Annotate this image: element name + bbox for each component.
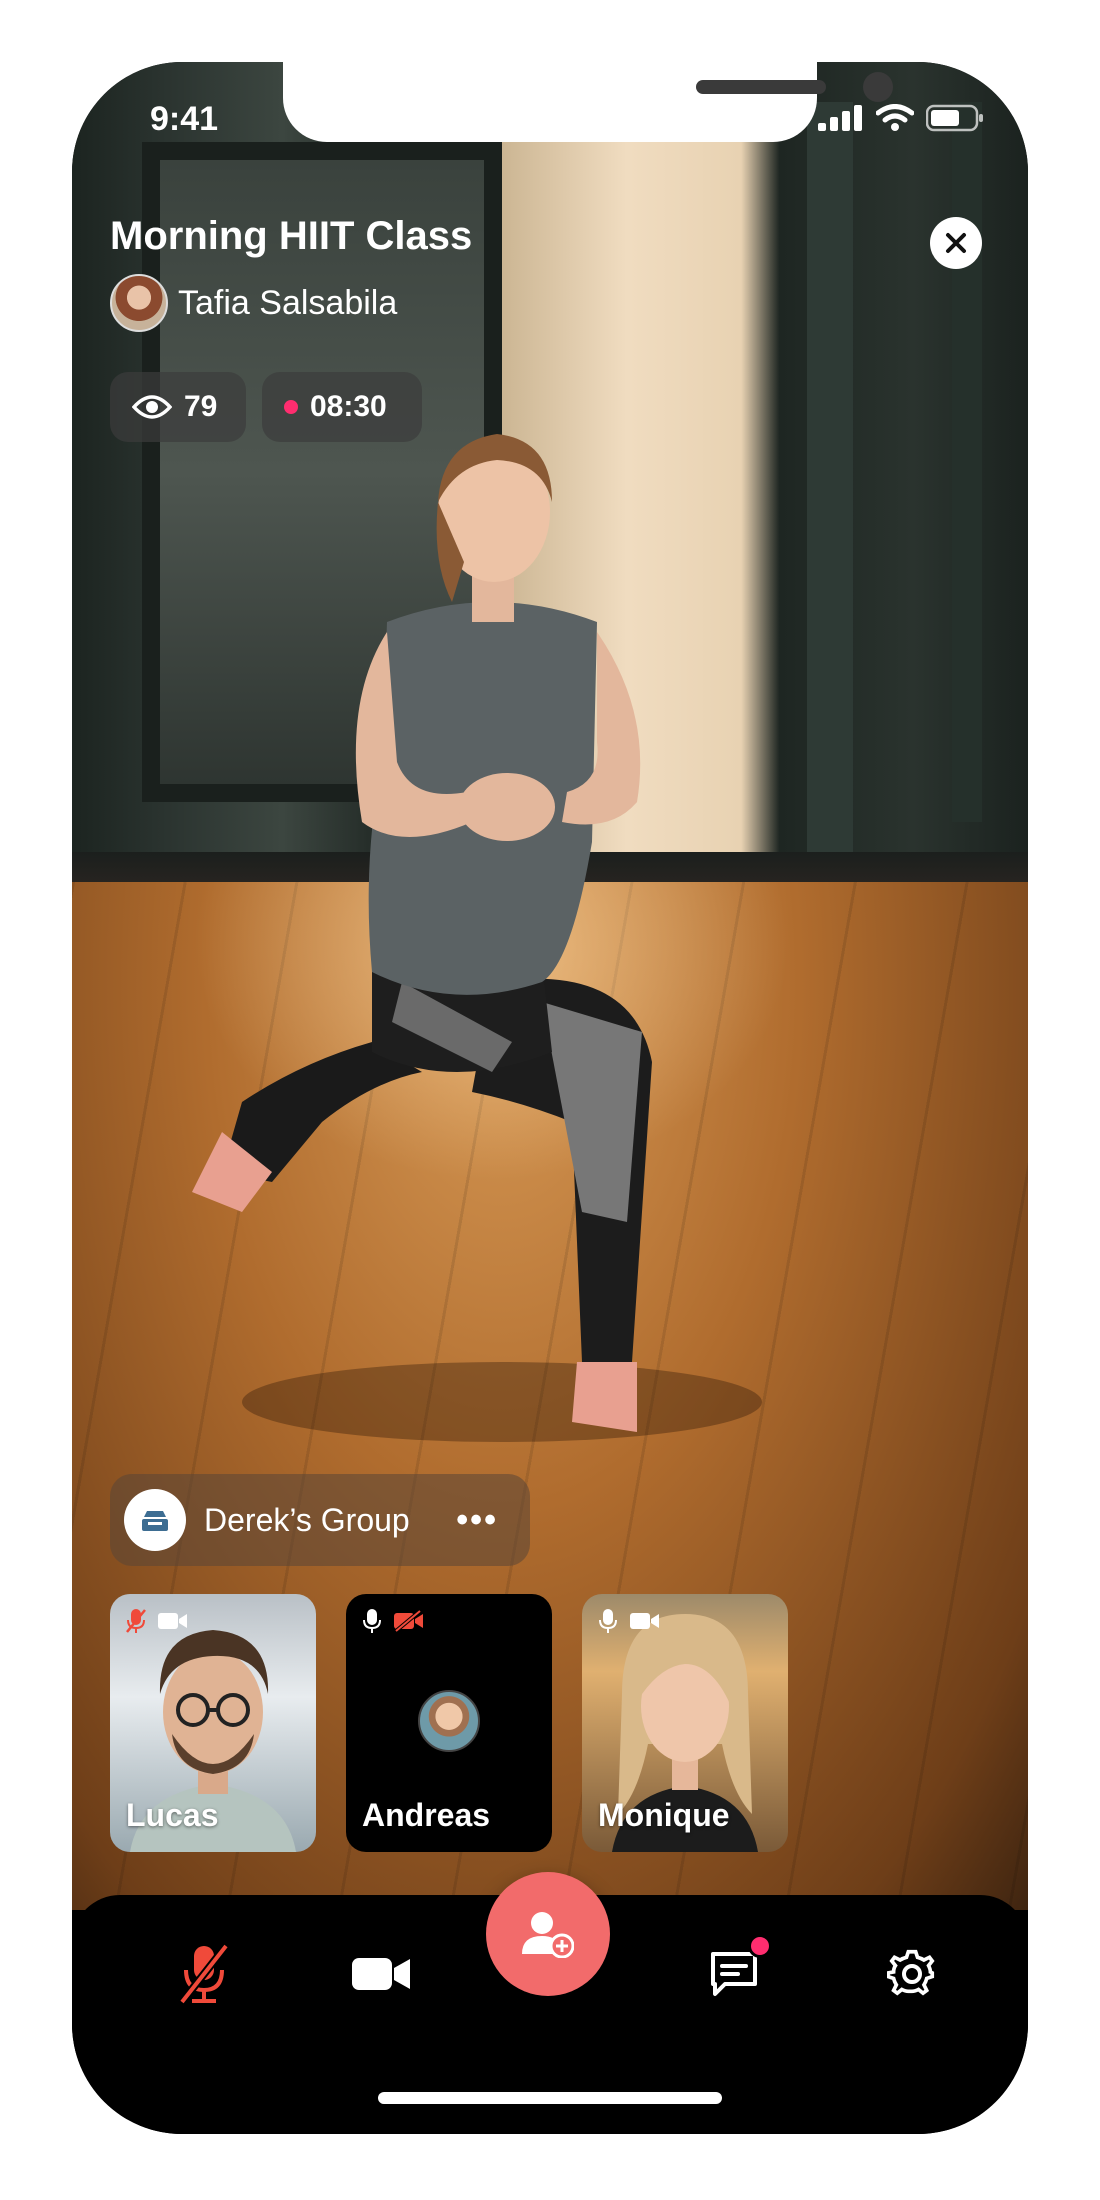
close-icon [946,233,966,253]
group-avatar-icon [124,1489,186,1551]
settings-button[interactable] [880,1942,944,2006]
chat-icon [711,1952,757,1996]
device-notch [283,62,893,142]
status-time: 9:41 [150,100,219,138]
close-button[interactable] [930,217,982,269]
live-timer-badge: 08:30 [262,372,422,442]
mic-on-icon [599,1609,617,1633]
participant-name: Lucas [126,1797,219,1833]
wifi-icon [876,104,914,131]
host-name: Tafia Salsabila [178,283,398,322]
participant-tile-andreas[interactable]: Andreas [346,1594,552,1852]
participant-name: Monique [598,1797,730,1833]
camera-on-icon [158,1613,187,1629]
viewer-count-badge: 79 [110,372,246,442]
participant-tile-monique[interactable]: Monique [582,1594,788,1852]
more-options-button[interactable]: ••• [456,1501,498,1540]
home-indicator[interactable] [378,2092,722,2104]
lucas-status-icons [126,1608,188,1634]
live-duration: 08:30 [310,390,387,423]
group-name: Derek’s Group [204,1501,410,1538]
settings-icon [887,1949,935,1996]
mic-muted-icon [178,1944,230,2004]
camera-off-icon [394,1610,423,1632]
class-title: Morning HIIT Class [110,214,473,258]
unread-badge [748,1934,772,1958]
participant-avatar [418,1690,480,1752]
mic-on-icon [363,1609,381,1633]
add-participant-button[interactable] [486,1872,610,1996]
mute-mic-button[interactable] [172,1942,236,2006]
andreas-status-icons [362,1608,424,1634]
toggle-camera-button[interactable] [350,1942,414,2006]
video-camera-icon [352,1958,410,1990]
group-bar[interactable]: Derek’s Group ••• [110,1474,530,1566]
battery-icon [926,104,983,132]
status-icons [818,104,984,132]
monique-status-icons [598,1608,660,1634]
phone-screen: 9:41 Morning HIIT Class Tafia Salsabila [72,62,1028,2134]
add-participant-icon [522,1912,574,1958]
mic-muted-icon [126,1609,146,1633]
chat-button[interactable] [702,1934,772,2006]
host-info[interactable]: Tafia Salsabila [110,274,397,332]
recording-dot-icon [284,400,298,414]
camera-on-icon [630,1613,659,1629]
eye-icon [132,395,172,419]
host-avatar[interactable] [110,274,168,332]
participant-tile-lucas[interactable]: Lucas [110,1594,316,1852]
cellular-signal-icon [818,105,862,131]
viewer-count: 79 [184,390,218,423]
participant-name: Andreas [362,1797,491,1833]
